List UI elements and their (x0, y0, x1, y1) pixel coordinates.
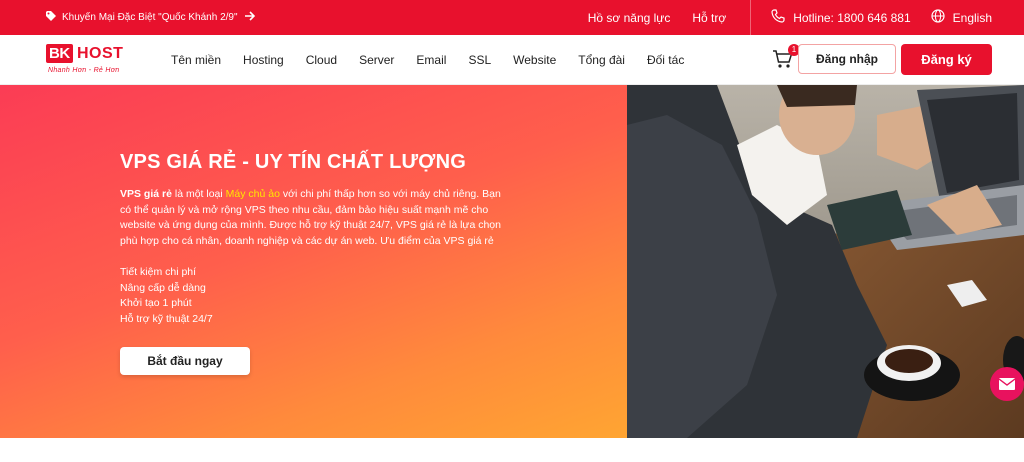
menu-domain[interactable]: Tên miền (171, 53, 221, 67)
cart-button[interactable]: 1 (772, 44, 800, 73)
virtual-server-link[interactable]: Máy chủ ảo (226, 188, 280, 200)
hero-photo (627, 85, 1024, 438)
menu-server[interactable]: Server (359, 53, 394, 67)
divider (750, 0, 752, 35)
contact-mail-button[interactable] (990, 367, 1024, 401)
tag-icon (46, 11, 56, 24)
logo-bk: BK (46, 44, 73, 63)
benefit-item: Tiết kiệm chi phí (120, 266, 197, 278)
promo-text: Khuyến Mại Đặc Biệt "Quốc Khánh 2/9" (62, 12, 238, 23)
menu-hosting[interactable]: Hosting (243, 53, 284, 67)
benefits-list: Tiết kiệm chi phí Nâng cấp dễ dàng Khởi … (120, 265, 213, 327)
menu-email[interactable]: Email (416, 53, 446, 67)
menu-call-center[interactable]: Tổng đài (578, 53, 625, 67)
logo-host: HOST (77, 45, 124, 62)
login-button[interactable]: Đăng nhập (798, 44, 896, 74)
next-section (0, 438, 1024, 462)
start-now-button[interactable]: Bắt đầu ngay (120, 347, 250, 375)
hero-section: VPS GIÁ RẺ - UY TÍN CHẤT LƯỢNG VPS giá r… (0, 85, 627, 438)
language-label: English (952, 10, 992, 25)
menu-website[interactable]: Website (513, 53, 556, 67)
hotline-link[interactable]: Hotline: 1800 646 881 (771, 9, 911, 26)
register-button[interactable]: Đăng ký (901, 44, 992, 75)
cart-icon (772, 50, 794, 73)
top-bar: Khuyến Mại Đặc Biệt "Quốc Khánh 2/9" Hồ … (0, 0, 1024, 35)
support-link[interactable]: Hỗ trợ (692, 11, 726, 25)
menu-partners[interactable]: Đối tác (647, 53, 684, 67)
desc-bold: VPS giá rẻ (120, 188, 172, 200)
main-menu: Tên miền Hosting Cloud Server Email SSL … (171, 35, 706, 84)
hero-title: VPS GIÁ RẺ - UY TÍN CHẤT LƯỢNG (120, 151, 466, 173)
benefit-item: Hỗ trợ kỹ thuật 24/7 (120, 312, 213, 325)
company-profile-link[interactable]: Hồ sơ năng lực (588, 11, 671, 25)
desc-part-1: là một loại (171, 188, 226, 200)
logo-slogan: Nhanh Hơn - Rẻ Hơn (48, 67, 120, 74)
arrow-right-icon (244, 11, 256, 24)
promo-link[interactable]: Khuyến Mại Đặc Biệt "Quốc Khánh 2/9" (46, 0, 256, 35)
mail-icon (990, 378, 1024, 405)
menu-cloud[interactable]: Cloud (306, 53, 337, 67)
menu-ssl[interactable]: SSL (468, 53, 491, 67)
globe-icon (931, 9, 945, 26)
hero-description: VPS giá rẻ là một loại Máy chủ ảo với ch… (120, 187, 505, 249)
main-navbar: BK HOST Nhanh Hơn - Rẻ Hơn Tên miền Host… (0, 35, 1024, 85)
hotline-text: Hotline: 1800 646 881 (793, 10, 911, 25)
benefit-item: Khởi tạo 1 phút (120, 297, 192, 309)
benefit-item: Nâng cấp dễ dàng (120, 281, 206, 294)
phone-icon (771, 9, 785, 26)
bkhost-logo[interactable]: BK HOST Nhanh Hơn - Rẻ Hơn (46, 43, 136, 77)
language-switcher[interactable]: English (931, 9, 992, 26)
